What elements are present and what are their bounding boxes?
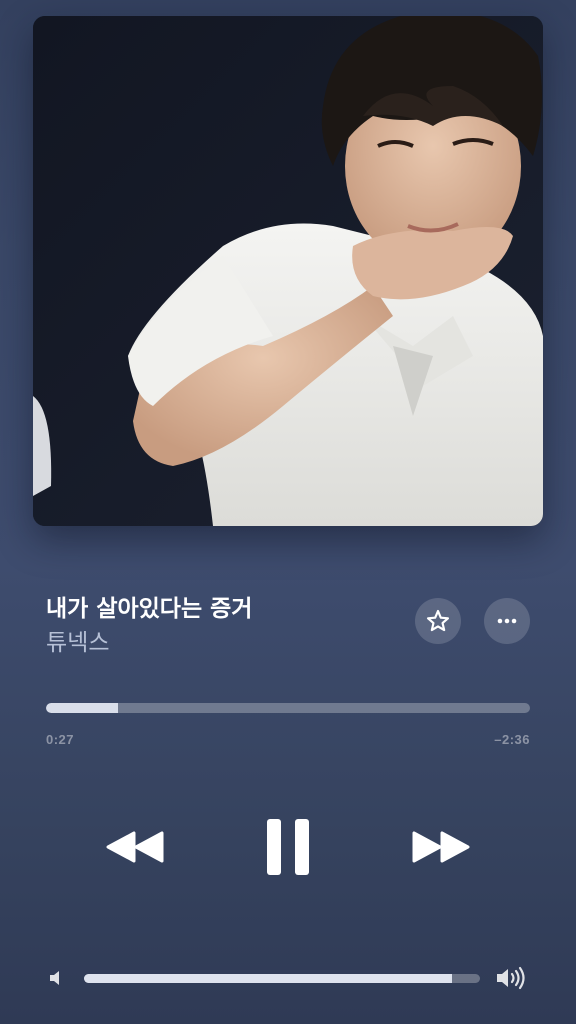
ellipsis-icon [497,618,517,624]
more-options-button[interactable] [484,598,530,644]
volume-level-fill [84,974,453,983]
speaker-low-icon [46,966,70,990]
pause-button[interactable] [262,816,314,878]
volume-slider[interactable] [84,974,480,983]
track-title: 내가 살아있다는 증거 [46,596,253,622]
fast-forward-button[interactable] [410,826,472,868]
rewind-button[interactable] [104,826,166,868]
fast-forward-icon [412,831,470,863]
star-icon [426,609,450,632]
elapsed-time: 0:27 [46,732,75,747]
pause-icon [267,819,309,875]
artist-name[interactable]: 튜넥스 [46,623,109,657]
album-artwork [33,16,543,526]
favorite-button[interactable] [415,598,461,644]
rewind-icon [106,831,164,863]
speaker-high-icon [494,964,530,992]
remaining-time: –2:36 [494,732,530,747]
playback-scrubber[interactable] [46,703,530,713]
playback-progress-fill [46,703,118,713]
album-artwork-image [33,16,543,526]
